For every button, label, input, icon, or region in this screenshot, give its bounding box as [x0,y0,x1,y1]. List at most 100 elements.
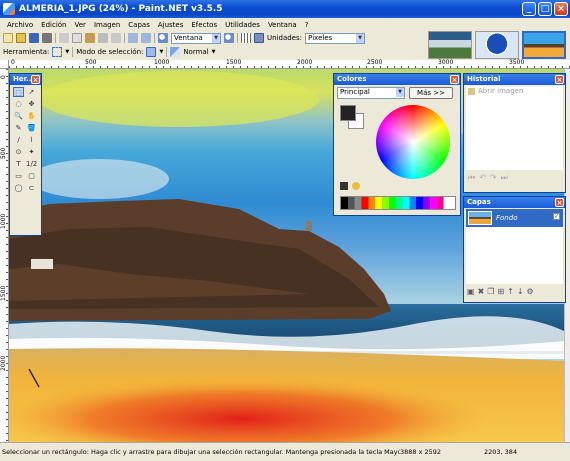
ruler-label: 1000 [0,213,7,229]
menu-archivo[interactable]: Archivo [3,21,37,29]
units-select[interactable]: Píxeles ▼ [305,32,365,44]
redo-icon[interactable]: ↷ [490,173,497,183]
more-colors-button[interactable]: Más >> [409,87,453,99]
palette-swatches[interactable] [340,196,456,210]
open-icon[interactable] [16,33,26,43]
new-icon[interactable] [3,33,13,43]
menu-ventana[interactable]: Ventana [264,21,301,29]
move-tool[interactable]: ✥ [26,99,37,109]
add-layer-icon[interactable]: ▣ [467,287,475,296]
zoom-in-icon[interactable] [224,33,234,43]
line-curve-tool[interactable]: 1/2 [26,159,37,169]
ruler-label: 3500 [509,59,525,66]
color-target-value: Principal [340,88,370,96]
layer-properties-icon[interactable]: ⚙ [527,287,534,296]
layer-visibility-checkbox[interactable]: ✓ [553,213,560,220]
fast-forward-icon[interactable]: ⏭ [501,173,508,183]
grid-icon[interactable] [241,33,251,43]
recolor-tool[interactable]: ✦ [26,147,37,157]
close-icon[interactable]: × [555,75,564,84]
menu-edicion[interactable]: Edición [37,21,70,29]
menu-ver[interactable]: Ver [71,21,90,29]
pencil-tool[interactable]: ✎ [13,123,24,133]
minimize-button[interactable]: _ [522,2,536,16]
print-icon[interactable] [42,33,52,43]
selection-mode-icon[interactable] [146,47,157,57]
crop-icon[interactable] [98,33,108,43]
layer-item[interactable]: Fondo ✓ [466,209,563,227]
paint-bucket-tool[interactable]: 🪣 [26,123,37,133]
menu-utilidades[interactable]: Utilidades [221,21,264,29]
move-layer-down-icon[interactable]: ↓ [517,287,524,296]
rounded-rectangle-tool[interactable]: ▢ [26,171,37,181]
merge-layer-icon[interactable]: ⊞ [497,287,504,296]
reset-colors-icon[interactable] [352,182,360,190]
chevron-down-icon[interactable]: ▼ [159,49,163,55]
clone-stamp-tool[interactable]: ⊙ [13,147,24,157]
text-tool[interactable]: T [13,159,24,169]
colors-palette: Colores × Principal ▼ Más >> [333,73,461,216]
ruler-label: 1000 [154,59,170,66]
swap-colors-icon[interactable] [340,182,348,190]
close-icon[interactable]: × [450,75,459,84]
history-controls: ⏮ ↶ ↷ ⏭ [464,171,565,185]
menu-imagen[interactable]: Imagen [90,21,124,29]
close-icon[interactable]: × [31,75,40,84]
primary-color-swatch[interactable] [340,105,356,121]
color-target-select[interactable]: Principal ▼ [337,87,405,99]
menu-efectos[interactable]: Efectos [187,21,221,29]
menu-capas[interactable]: Capas [124,21,154,29]
duplicate-layer-icon[interactable]: ❐ [487,287,494,296]
blend-mode-value[interactable]: Normal [183,48,208,56]
layers-palette-header[interactable]: Capas × [464,197,565,208]
open-image-icon [468,87,475,95]
freeform-shape-tool[interactable]: ⊂ [26,183,37,193]
deselect-icon[interactable] [111,33,121,43]
menu-help[interactable]: ? [301,21,313,29]
zoom-out-icon[interactable] [158,33,168,43]
chevron-down-icon[interactable]: ▼ [65,49,69,55]
move-selection-tool[interactable]: ➚ [26,87,37,97]
eraser-tool[interactable]: ⌇ [26,135,37,145]
chevron-down-icon[interactable]: ▼ [212,49,216,55]
rectangle-select-icon[interactable] [52,47,63,57]
close-button[interactable]: × [554,2,568,16]
status-bar: Seleccionar un rectángulo: Haga clic y a… [0,442,570,461]
image-thumbnail[interactable] [428,31,472,59]
lasso-tool[interactable]: ◌ [13,99,24,109]
layer-thumbnail [468,211,492,225]
image-size: 3888 x 2592 [400,448,442,456]
move-layer-up-icon[interactable]: ↑ [507,287,514,296]
close-icon[interactable]: × [555,198,564,207]
tools-palette-header[interactable]: Her... × [10,74,41,85]
paste-icon[interactable] [85,33,95,43]
menu-ajustes[interactable]: Ajustes [154,21,188,29]
ruler-label: 2500 [367,59,383,66]
zoom-tool[interactable]: 🔍 [13,111,24,121]
rulers-icon[interactable] [254,33,264,43]
maximize-button[interactable]: □ [538,2,552,16]
copy-icon[interactable] [72,33,82,43]
cut-icon[interactable] [59,33,69,43]
ellipse-tool[interactable]: ◯ [13,183,24,193]
image-thumbnail-active[interactable] [522,31,566,59]
colors-palette-header[interactable]: Colores × [334,74,460,85]
image-thumbnail[interactable] [475,31,519,59]
delete-layer-icon[interactable]: ✖ [478,287,485,296]
rectangle-tool[interactable]: ▭ [13,171,24,181]
rewind-icon[interactable]: ⏮ [468,173,475,183]
window-title: ALMERIA_1.JPG (24%) - Paint.NET v3.5.5 [19,4,223,14]
color-wheel[interactable] [376,105,450,179]
rectangle-select-tool[interactable]: ⬚ [13,87,24,97]
history-item[interactable]: Abrir imagen [466,86,563,96]
undo-icon[interactable]: ↶ [479,173,486,183]
save-icon[interactable] [29,33,39,43]
history-palette-header[interactable]: Historial × [464,74,565,85]
ruler-label: 500 [85,59,97,66]
redo-icon[interactable] [141,33,151,43]
brush-tool[interactable]: ∕ [13,135,24,145]
zoom-select[interactable]: Ventana ▼ [171,32,221,44]
pan-tool[interactable]: ✋ [26,111,37,121]
undo-icon[interactable] [128,33,138,43]
layers-palette-title: Capas [467,198,491,206]
